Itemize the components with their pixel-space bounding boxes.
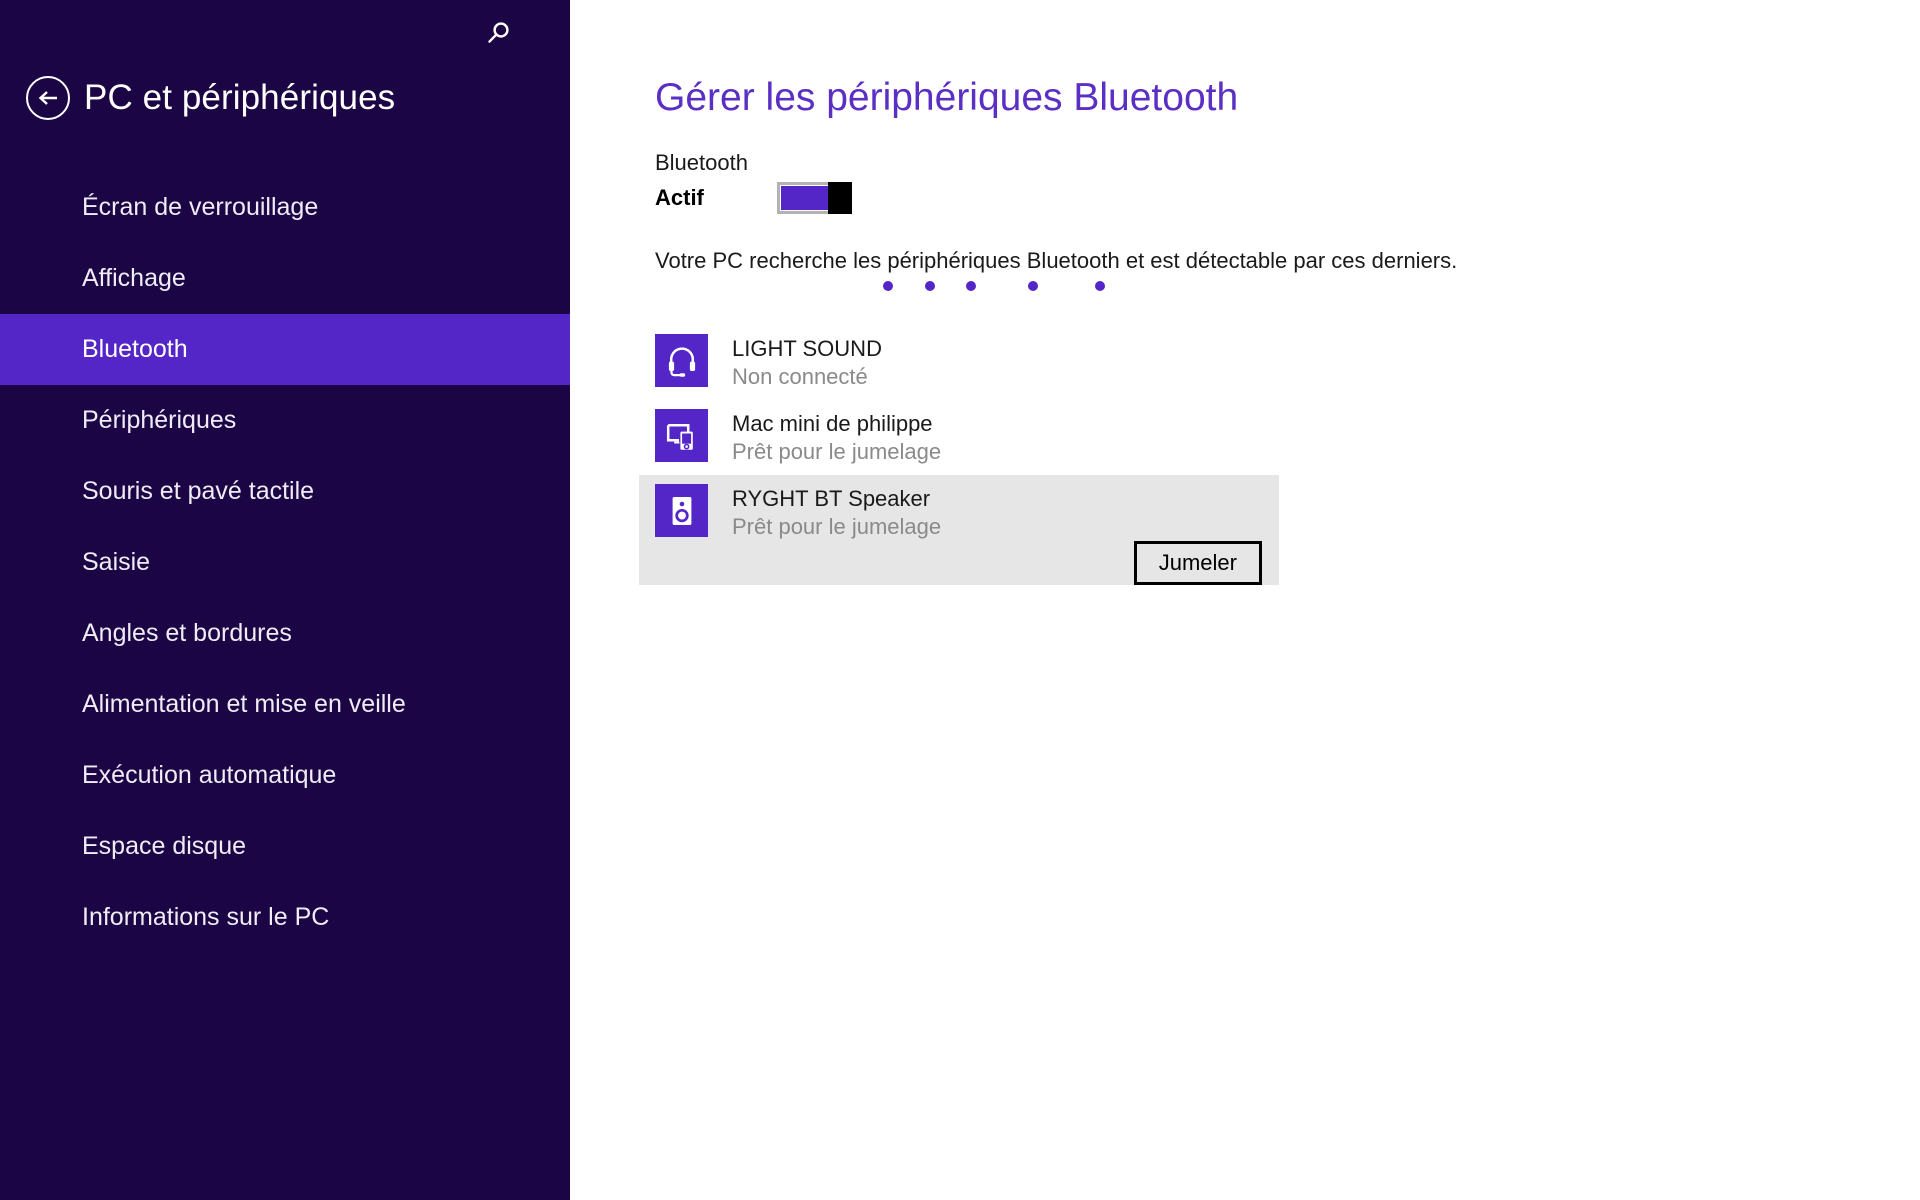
sidebar-item-bluetooth[interactable]: Bluetooth [0, 314, 570, 385]
sidebar-item-label: Saisie [82, 548, 151, 576]
sidebar-item-affichage[interactable]: Affichage [0, 243, 570, 314]
bluetooth-toggle[interactable] [777, 182, 852, 214]
device-info: Mac mini de philippe Prêt pour le jumela… [732, 409, 941, 466]
loading-dots [655, 281, 1255, 299]
sidebar-header: PC et périphériques [26, 72, 544, 124]
sidebar-item-peripheriques[interactable]: Périphériques [0, 385, 570, 456]
loading-dot [883, 281, 893, 291]
loading-dot [966, 281, 976, 291]
sidebar-item-label: Souris et pavé tactile [82, 477, 315, 505]
sidebar: PC et périphériques Écran de verrouillag… [0, 0, 570, 1200]
toggle-thumb [828, 182, 852, 214]
bluetooth-toggle-state: Actif [655, 185, 704, 210]
sidebar-item-label: Angles et bordures [82, 619, 292, 647]
search-icon[interactable] [478, 14, 518, 54]
sidebar-item-label: Écran de verrouillage [82, 193, 319, 221]
device-info: LIGHT SOUND Non connecté [732, 334, 882, 391]
main-content: Gérer les périphériques Bluetooth Blueto… [570, 0, 1920, 1200]
back-arrow-icon[interactable] [26, 76, 70, 120]
sidebar-item-alimentation-et-mise-en-veille[interactable]: Alimentation et mise en veille [0, 669, 570, 740]
table-row[interactable]: Mac mini de philippe Prêt pour le jumela… [639, 400, 1279, 475]
searching-status-text: Votre PC recherche les périphériques Blu… [655, 248, 1458, 273]
device-status: Prêt pour le jumelage [732, 439, 942, 464]
loading-dot [1095, 281, 1105, 291]
loading-dot [925, 281, 935, 291]
sidebar-item-souris-et-pave-tactile[interactable]: Souris et pavé tactile [0, 456, 570, 527]
headset-icon [655, 334, 708, 387]
sidebar-item-label: Exécution automatique [82, 761, 337, 789]
device-name: LIGHT SOUND [732, 336, 882, 361]
table-row-selected[interactable]: RYGHT BT Speaker Prêt pour le jumelage [639, 475, 1279, 541]
speaker-icon [655, 484, 708, 537]
table-row[interactable]: LIGHT SOUND Non connecté [639, 325, 1279, 400]
sidebar-item-execution-automatique[interactable]: Exécution automatique [0, 740, 570, 811]
sidebar-item-informations-sur-le-pc[interactable]: Informations sur le PC [0, 882, 570, 953]
sidebar-item-ecran-de-verrouillage[interactable]: Écran de verrouillage [0, 172, 570, 243]
sidebar-item-label: Périphériques [82, 406, 237, 434]
sidebar-item-label: Affichage [82, 264, 186, 292]
device-action-bar: Jumeler [639, 541, 1279, 585]
bluetooth-device-list: LIGHT SOUND Non connecté Mac mini de phi… [570, 325, 1920, 585]
pair-button[interactable]: Jumeler [1133, 541, 1262, 585]
devices-icon [655, 409, 708, 462]
device-info: RYGHT BT Speaker Prêt pour le jumelage [732, 484, 941, 541]
sidebar-item-label: Bluetooth [82, 335, 188, 363]
page-title: PC et périphériques [84, 78, 396, 117]
sidebar-item-label: Informations sur le PC [82, 903, 330, 931]
loading-dot [1028, 281, 1038, 291]
device-status: Prêt pour le jumelage [732, 514, 942, 539]
sidebar-item-espace-disque[interactable]: Espace disque [0, 811, 570, 882]
bluetooth-label: Bluetooth [655, 150, 748, 175]
device-status: Non connecté [732, 364, 868, 389]
settings-app: PC et périphériques Écran de verrouillag… [0, 0, 1920, 1200]
sidebar-nav: Écran de verrouillage Affichage Bluetoot… [0, 172, 570, 953]
bluetooth-toggle-row: Actif [655, 182, 975, 214]
sidebar-item-label: Alimentation et mise en veille [82, 690, 406, 718]
main-page-title: Gérer les périphériques Bluetooth [655, 76, 1239, 119]
sidebar-item-saisie[interactable]: Saisie [0, 527, 570, 598]
sidebar-item-label: Espace disque [82, 832, 247, 860]
sidebar-item-angles-et-bordures[interactable]: Angles et bordures [0, 598, 570, 669]
device-name: Mac mini de philippe [732, 411, 933, 436]
device-name: RYGHT BT Speaker [732, 486, 931, 511]
